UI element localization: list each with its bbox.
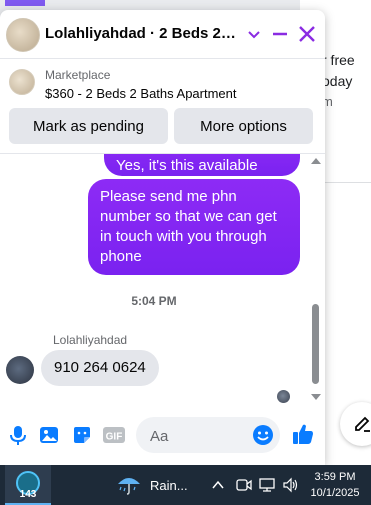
listing-info[interactable]: Marketplace $360 - 2 Beds 2 Baths Apartm… <box>0 59 325 109</box>
thumbs-up-icon[interactable] <box>291 422 315 446</box>
scroll-up-arrow-icon[interactable] <box>311 158 321 164</box>
message-timestamp: 5:04 PM <box>131 294 177 308</box>
sender-avatar[interactable] <box>6 356 34 384</box>
outgoing-message[interactable]: Yes, it's this available now. <box>104 154 300 194</box>
emoji-icon[interactable] <box>252 424 274 446</box>
chevron-up-icon[interactable] <box>211 478 225 492</box>
network-icon[interactable] <box>259 477 275 493</box>
chat-title[interactable]: Lolahliyahdad · 2 Beds 2 B... <box>45 25 240 42</box>
mark-as-pending-button[interactable]: Mark as pending <box>9 108 168 144</box>
close-icon[interactable] <box>297 24 317 44</box>
microphone-icon[interactable] <box>7 424 29 446</box>
clock[interactable]: 3:59 PM 10/1/2025 <box>305 469 365 501</box>
outgoing-message[interactable]: Please send me phn number so that we can… <box>88 179 300 275</box>
message-input-wrapper <box>136 417 280 455</box>
background-accent-bar <box>5 0 45 6</box>
gif-icon[interactable]: GIF <box>102 424 126 446</box>
scrollbar-thumb[interactable] <box>312 304 319 384</box>
message-scrollbar[interactable] <box>309 154 323 406</box>
umbrella-rain-icon[interactable] <box>116 474 142 496</box>
taskbar-app-button[interactable]: 143 <box>5 465 51 505</box>
seen-indicator-avatar <box>277 390 290 403</box>
volume-icon[interactable] <box>282 477 300 493</box>
minimize-icon[interactable] <box>270 24 290 44</box>
message-input[interactable] <box>148 417 252 455</box>
edit-icon <box>355 416 370 432</box>
listing-label: Marketplace <box>45 68 111 82</box>
message-composer: GIF <box>0 410 325 460</box>
taskbar: 143 Rain... 3:59 PM 10/1/2025 <box>0 465 371 505</box>
message-list[interactable]: Yes, it's this available now. Please sen… <box>0 153 325 406</box>
background-text-line2: oday <box>322 73 353 89</box>
more-options-button[interactable]: More options <box>174 108 313 144</box>
photo-icon[interactable] <box>38 424 60 446</box>
scroll-down-arrow-icon[interactable] <box>311 394 321 400</box>
weather-label[interactable]: Rain... <box>150 478 188 493</box>
sender-name: Lolahliyahdad <box>53 333 128 347</box>
clock-time: 3:59 PM <box>314 471 356 483</box>
incoming-message[interactable]: 910 264 0624 <box>41 350 159 386</box>
listing-avatar[interactable] <box>6 18 40 52</box>
chat-window: Lolahliyahdad · 2 Beds 2 B... Marketplac… <box>0 10 325 465</box>
sticker-icon[interactable] <box>71 424 93 446</box>
clock-date: 10/1/2025 <box>310 487 360 499</box>
chevron-down-icon[interactable] <box>244 24 264 44</box>
listing-title: $360 - 2 Beds 2 Baths Apartment <box>45 86 237 101</box>
background-text-line1: r free <box>322 52 355 68</box>
app-badge-count: 143 <box>19 489 37 500</box>
chat-header: Lolahliyahdad · 2 Beds 2 B... <box>0 10 325 59</box>
svg-text:GIF: GIF <box>106 432 123 443</box>
listing-thumbnail <box>9 69 35 95</box>
camera-icon[interactable] <box>236 477 252 493</box>
